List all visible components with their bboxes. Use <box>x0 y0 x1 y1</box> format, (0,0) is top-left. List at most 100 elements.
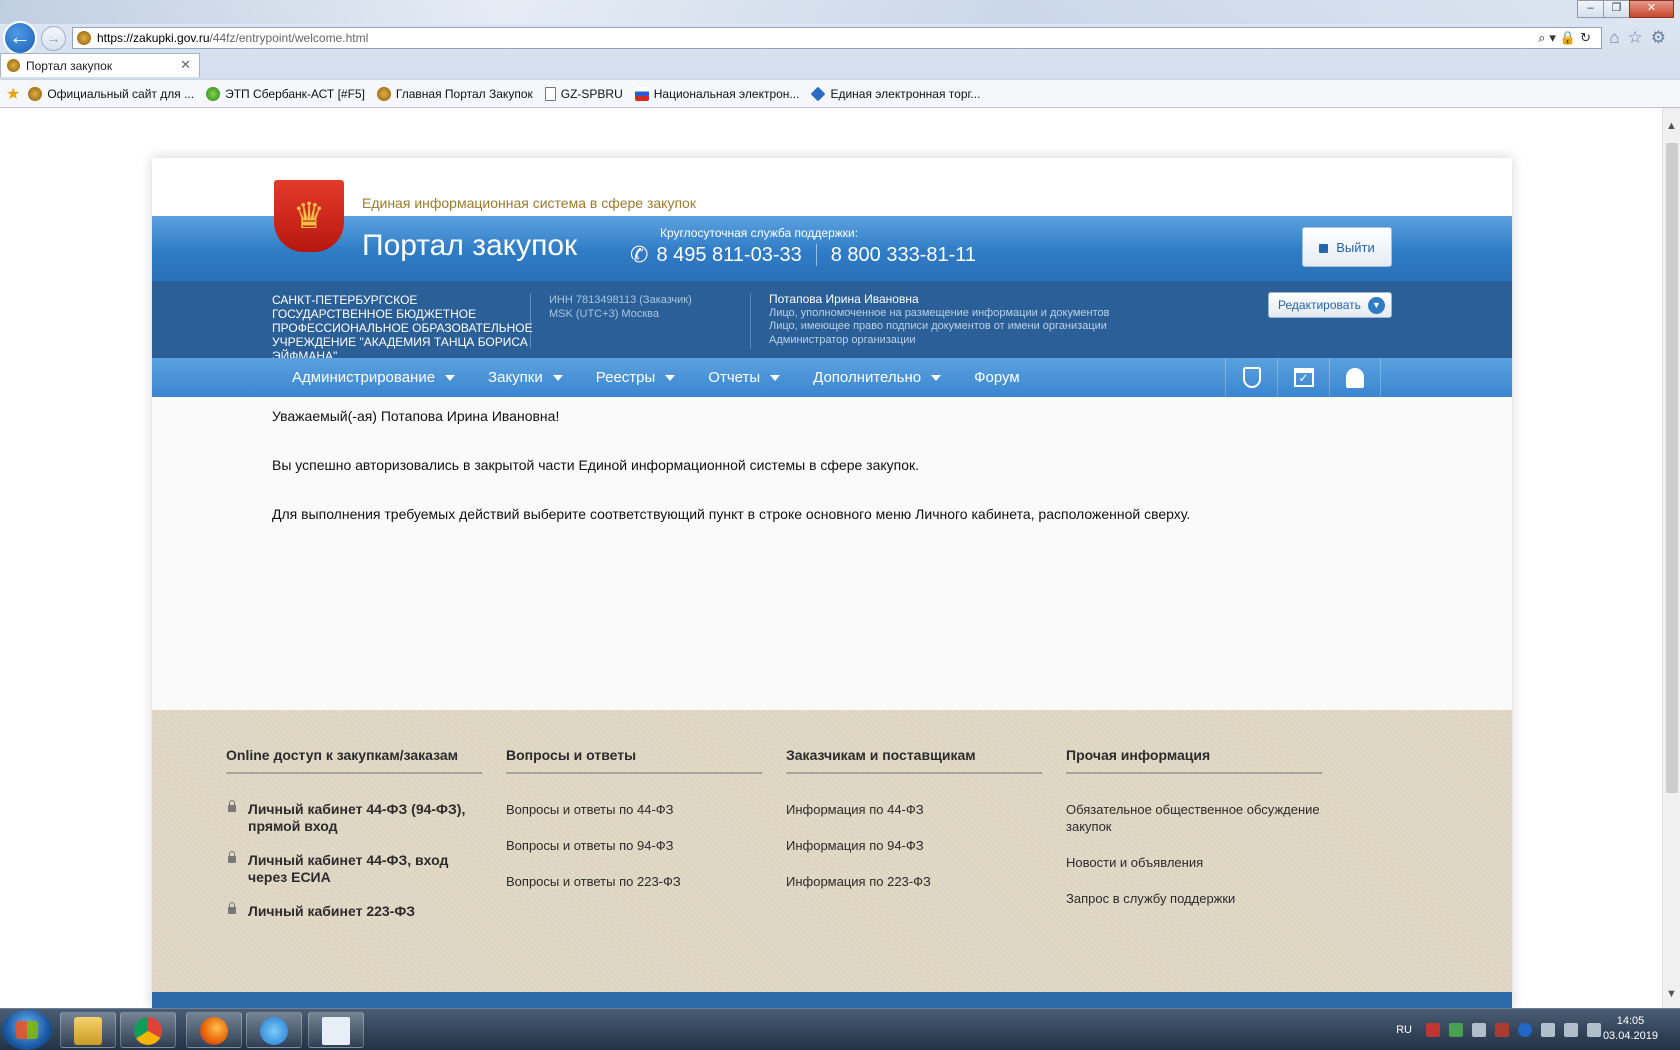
footer-column-customers: Заказчикам и поставщикам Информация по 4… <box>786 747 1042 909</box>
divider <box>530 293 531 349</box>
security-icon[interactable] <box>1449 1023 1463 1037</box>
caret-down-icon <box>770 374 781 381</box>
minimize-button[interactable]: – <box>1577 0 1604 18</box>
favorite-label: GZ-SPBRU <box>560 86 623 101</box>
chevron-down-icon: ▼ <box>1368 297 1385 314</box>
taskbar-chrome[interactable] <box>120 1012 176 1048</box>
footer-column-online: Online доступ к закупкам/заказам Личный … <box>226 747 482 937</box>
header-banner: Портал закупок Круглосуточная служба под… <box>152 216 1512 281</box>
user-block: Потапова Ирина Ивановна Лицо, уполномоче… <box>769 292 1109 347</box>
browser-toolbar-icons[interactable]: ⌂☆⚙ <box>1609 28 1674 48</box>
menu-label: Закупки <box>488 369 543 386</box>
taskbar: RU 14:05 03.04.2019 <box>0 1008 1680 1050</box>
scroll-down-icon[interactable]: ▼ <box>1666 988 1677 1000</box>
menu-item-registries[interactable]: Реестры <box>596 369 676 386</box>
footer-link[interactable]: Обязательное общественное обсуждение зак… <box>1066 801 1322 835</box>
flag-tray-icon[interactable] <box>1541 1023 1555 1037</box>
menu-label: Отчеты <box>708 369 761 386</box>
scroll-up-icon[interactable]: ▲ <box>1666 120 1677 132</box>
start-button[interactable] <box>2 1010 52 1050</box>
edit-profile-button[interactable]: Редактировать ▼ <box>1268 292 1392 318</box>
scrollbar-thumb[interactable] <box>1666 143 1678 793</box>
footer-link[interactable]: Информация по 223-ФЗ <box>786 873 1042 890</box>
favorite-item[interactable]: Единая электронная торг... <box>811 86 980 101</box>
tool-icon[interactable] <box>1472 1023 1486 1037</box>
menu-item-forum[interactable]: Форум <box>974 369 1020 386</box>
taskbar-internet-explorer[interactable] <box>246 1012 302 1048</box>
footer-link[interactable]: Информация по 44-ФЗ <box>786 801 1042 818</box>
footer-link-cabinet-44[interactable]: Личный кабинет 44-ФЗ (94-ФЗ), прямой вхо… <box>226 800 482 835</box>
footer-stripe <box>152 992 1512 1008</box>
clock[interactable]: 14:05 03.04.2019 <box>1603 1014 1658 1044</box>
close-window-button[interactable]: ✕ <box>1629 0 1674 18</box>
calendar-check-icon[interactable]: ✓ <box>1277 358 1329 397</box>
caret-down-icon <box>665 374 676 381</box>
phone-divider <box>815 244 817 266</box>
russian-emblem-icon[interactable]: ♛ <box>274 180 344 252</box>
footer-link[interactable]: Новости и объявления <box>1066 854 1322 871</box>
forward-button[interactable]: → <box>41 26 66 51</box>
favorites-bar: ★ Официальный сайт для ... ЭТП Сбербанк-… <box>0 79 1680 108</box>
organization-inn: ИНН 7813498113 (Заказчик) <box>549 294 692 306</box>
unlock-icon <box>1319 243 1329 253</box>
menu-item-additional[interactable]: Дополнительно <box>813 369 942 386</box>
bell-icon[interactable] <box>1329 358 1381 397</box>
tab-close-icon[interactable]: ✕ <box>180 57 191 73</box>
gerb-icon <box>376 86 391 101</box>
windows-logo-icon <box>16 1021 38 1039</box>
organization-timezone: MSK (UTC+3) Москва <box>549 308 659 320</box>
favorite-item[interactable]: ЭТП Сбербанк-АСТ [#F5] <box>206 86 365 101</box>
taskbar-app[interactable] <box>308 1012 364 1048</box>
favorite-item[interactable]: Главная Портал Закупок <box>376 86 533 101</box>
logout-button[interactable]: Выйти <box>1302 227 1392 267</box>
menu-item-purchases[interactable]: Закупки <box>488 369 563 386</box>
account-bar: САНКТ-ПЕТЕРБУРГСКОЕ ГОСУДАРСТВЕННОЕ БЮДЖ… <box>152 281 1512 363</box>
auth-success-text: Вы успешно авторизовались в закрытой час… <box>272 457 920 473</box>
firefox-icon <box>200 1017 228 1045</box>
portal-site: Единая информационная система в сфере за… <box>152 158 1512 1008</box>
footer-link[interactable]: Вопросы и ответы по 223-ФЗ <box>506 873 762 890</box>
main-menu: Администрирование Закупки Реестры Отчеты… <box>152 358 1512 397</box>
back-button[interactable]: ← <box>3 21 37 55</box>
tab-favicon <box>7 59 20 72</box>
teamviewer-icon[interactable] <box>1518 1023 1532 1037</box>
footer-link-cabinet-223[interactable]: Личный кабинет 223-ФЗ <box>226 902 482 920</box>
footer-link[interactable]: Запрос в службу поддержки <box>1066 890 1322 907</box>
kaspersky-icon[interactable] <box>1426 1023 1440 1037</box>
portal-title[interactable]: Портал закупок <box>362 229 577 263</box>
gerb-icon <box>28 86 43 101</box>
taskbar-explorer[interactable] <box>60 1012 116 1048</box>
footer-column-title: Online доступ к закупкам/заказам <box>226 747 482 774</box>
chrome-icon <box>134 1017 162 1045</box>
footer-link-cabinet-esia[interactable]: Личный кабинет 44-ФЗ, вход через ЕСИА <box>226 851 482 886</box>
volume-icon[interactable] <box>1587 1023 1601 1037</box>
menu-item-administration[interactable]: Администрирование <box>292 369 456 386</box>
favorite-item[interactable]: Официальный сайт для ... <box>28 86 194 101</box>
footer-link[interactable]: Вопросы и ответы по 44-ФЗ <box>506 801 762 818</box>
footer-column-qa: Вопросы и ответы Вопросы и ответы по 44-… <box>506 747 762 909</box>
divider <box>750 293 751 349</box>
language-indicator[interactable]: RU <box>1396 1024 1412 1036</box>
shield-icon[interactable] <box>1225 358 1277 397</box>
address-bar-icons[interactable]: ⌕▾🔒↻ <box>1538 30 1595 46</box>
maximize-button[interactable]: ❐ <box>1603 0 1630 18</box>
menu-label: Дополнительно <box>813 369 922 386</box>
page-viewport: Единая информационная система в сфере за… <box>0 108 1662 1008</box>
menu-label: Форум <box>974 369 1020 386</box>
footer-link[interactable]: Вопросы и ответы по 94-ФЗ <box>506 837 762 854</box>
network-icon[interactable] <box>1564 1023 1578 1037</box>
address-bar[interactable]: https://zakupki.gov.ru /44fz/entrypoint/… <box>72 27 1602 49</box>
user-role: Администратор организации <box>769 333 916 346</box>
flag-icon <box>634 86 649 101</box>
favorite-item[interactable]: Национальная электрон... <box>634 86 799 101</box>
menu-item-reports[interactable]: Отчеты <box>708 369 781 386</box>
favorites-star-icon[interactable]: ★ <box>6 84 20 104</box>
favorite-item[interactable]: GZ-SPBRU <box>544 86 623 101</box>
footer-link[interactable]: Информация по 94-ФЗ <box>786 837 1042 854</box>
alert-icon[interactable] <box>1495 1023 1509 1037</box>
caret-down-icon <box>931 374 942 381</box>
vertical-scrollbar[interactable]: ▲ ▼ <box>1662 108 1680 1008</box>
internet-explorer-icon <box>260 1017 288 1045</box>
browser-tab[interactable]: Портал закупок ✕ <box>0 53 200 77</box>
taskbar-firefox[interactable] <box>186 1012 242 1048</box>
